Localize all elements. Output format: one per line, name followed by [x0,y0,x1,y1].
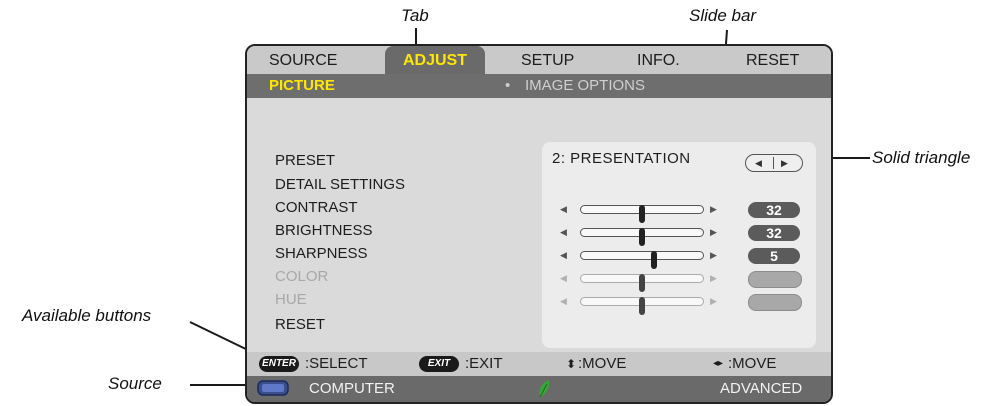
slider-left-arrow-icon[interactable]: ◀ [560,200,567,218]
callout-solid-triangle: Solid triangle [872,148,971,167]
slider-knob [639,297,645,315]
menu-item-preset[interactable]: PRESET [275,152,335,169]
subtab-picture[interactable]: PICTURE [269,74,335,98]
slider-right-arrow-icon[interactable]: ▶ [710,200,717,218]
tab-adjust[interactable]: ADJUST [385,46,485,74]
contrast-value: 32 [748,202,800,218]
help-move-horizontal: :MOVE [728,355,777,372]
color-value [748,271,802,288]
slider-right-arrow-icon[interactable]: ▶ [710,223,717,241]
menu-item-contrast[interactable]: CONTRAST [275,199,358,216]
slider-knob[interactable] [651,251,657,269]
help-move-vertical: :MOVE [578,355,627,372]
slider-knob[interactable] [639,205,645,223]
leaf-icon [539,380,550,398]
computer-monitor-icon [257,380,289,396]
current-source: COMPUTER [309,380,395,397]
sharpness-slider[interactable]: ◀ ▶ 5 [552,246,812,269]
brightness-value: 32 [748,225,800,241]
tab-info[interactable]: INFO. [637,46,680,74]
slider-left-arrow-icon: ◀ [560,273,567,283]
sharpness-value: 5 [748,248,800,264]
slider-right-arrow-icon[interactable]: ▶ [710,246,717,264]
menu-mode: ADVANCED [720,380,803,397]
slider-right-arrow-icon: ▶ [710,296,717,306]
osd-menu-panel: SOURCE ADJUST SETUP INFO. RESET PICTURE … [245,44,833,404]
subtab-bar: PICTURE • IMAGE OPTIONS [247,74,831,98]
menu-item-detail-settings[interactable]: DETAIL SETTINGS [275,176,405,193]
slider-left-arrow-icon[interactable]: ◀ [560,246,567,264]
source-leader-line [190,384,250,386]
subtab-image-options[interactable]: IMAGE OPTIONS [525,74,645,98]
callout-tab: Tab [401,6,429,25]
contrast-slider[interactable]: ◀ ▶ 32 [552,200,812,223]
source-status-bar: COMPUTER ADVANCED [247,376,831,402]
help-select: :SELECT [305,355,368,372]
hue-value [748,294,802,311]
solid-triangle-selector[interactable]: ◀ ▶ [745,154,803,172]
slider-track [580,274,704,292]
callout-available-buttons: Available buttons [22,306,152,325]
tab-setup[interactable]: SETUP [521,46,574,74]
slider-track[interactable] [580,205,704,223]
tab-source[interactable]: SOURCE [269,46,337,74]
available-buttons-leader-line [189,321,253,353]
menu-item-color: COLOR [275,268,329,285]
selector-divider [773,157,774,169]
available-buttons-bar: ENTER :SELECT EXIT :EXIT ⬍ :MOVE ◂▸ :MOV… [247,352,831,376]
menu-item-brightness[interactable]: BRIGHTNESS [275,222,373,239]
tab-bar: SOURCE ADJUST SETUP INFO. RESET [247,46,831,74]
triangle-left-icon[interactable]: ◀ [755,155,762,171]
brightness-slider[interactable]: ◀ ▶ 32 [552,223,812,246]
enter-key-icon: ENTER [259,356,299,372]
color-slider: ◀ ▶ [552,269,812,292]
tab-reset[interactable]: RESET [746,46,799,74]
slider-track[interactable] [580,228,704,246]
preset-value: 2: PRESENTATION [552,150,691,167]
slider-left-arrow-icon[interactable]: ◀ [560,223,567,241]
help-exit: :EXIT [465,355,503,372]
value-panel [542,142,816,348]
hue-slider: ◀ ▶ [552,292,812,315]
subtab-bullet: • [505,77,511,94]
updown-arrows-icon: ⬍ [566,357,577,371]
slider-right-arrow-icon: ▶ [710,273,717,283]
slider-knob [639,274,645,292]
slider-left-arrow-icon: ◀ [560,296,567,306]
exit-key-icon: EXIT [419,356,459,372]
leftright-arrows-icon: ◂▸ [713,358,724,369]
slider-track [580,297,704,315]
callout-source: Source [108,374,162,393]
menu-item-sharpness[interactable]: SHARPNESS [275,245,368,262]
triangle-right-icon[interactable]: ▶ [781,155,788,171]
menu-item-hue: HUE [275,291,307,308]
slider-track[interactable] [580,251,704,269]
menu-item-reset[interactable]: RESET [275,316,325,333]
callout-slide-bar: Slide bar [689,6,757,25]
slider-knob[interactable] [639,228,645,246]
